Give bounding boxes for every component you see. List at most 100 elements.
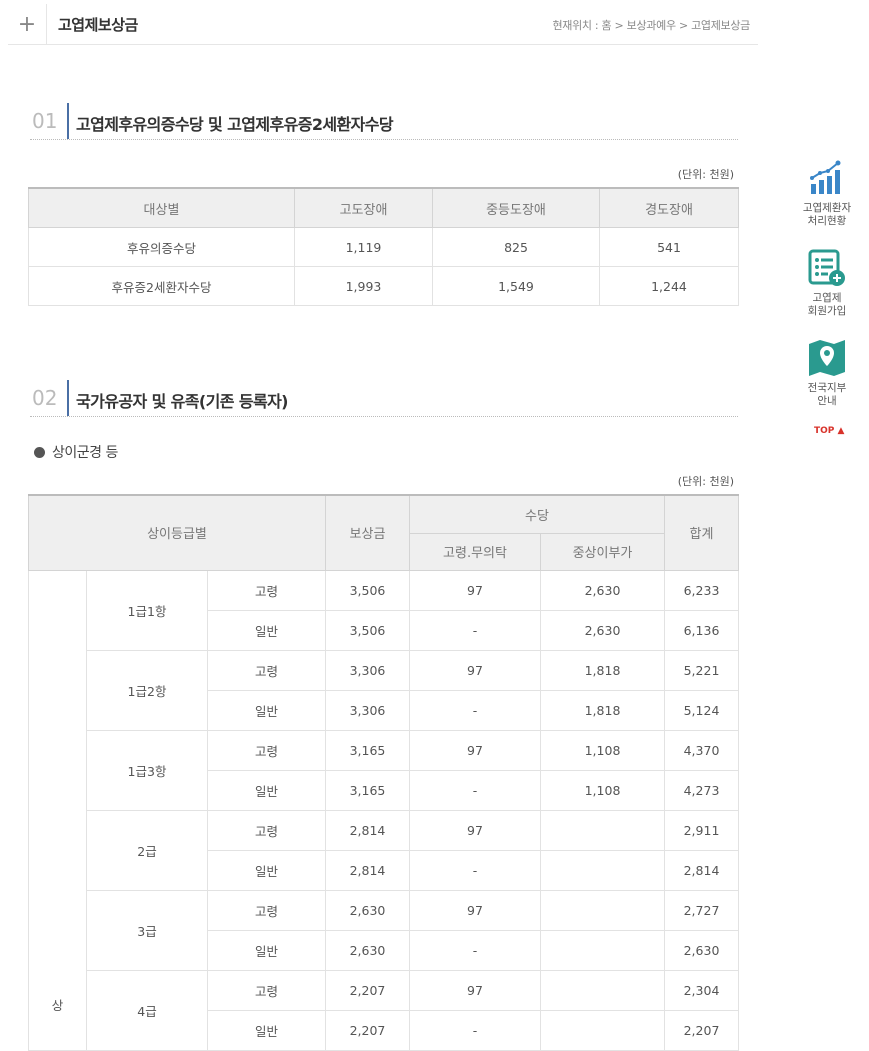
grade-cell: 2급 [86, 809, 208, 891]
plus-icon: + [17, 11, 37, 37]
table-cell: 고령 [207, 729, 326, 771]
table-cell: 일반 [207, 609, 326, 651]
table-cell: 3,165 [325, 769, 410, 811]
table-cell: 일반 [207, 929, 326, 971]
table-cell: - [409, 1009, 541, 1051]
quick-menu-branches[interactable]: 전국지부 안내 [796, 338, 858, 408]
bar-chart-icon [810, 160, 841, 194]
table-cell: 97 [409, 809, 541, 851]
table-cell: 1,818 [539, 689, 666, 731]
page-header: + 고엽제보상금 현재위치 : 홈 > 보상과예우 > 고엽제보상금 [8, 4, 758, 45]
section2-table: 상이등급별 보상금 수당 합계 고령.무의탁 중상이부가 상 1급1항 고령 3,50… [28, 494, 740, 1051]
table-cell: 일반 [207, 769, 326, 811]
table-cell: 1,244 [599, 266, 739, 306]
table-cell: 1,108 [539, 729, 666, 771]
table-cell: 2,207 [325, 969, 410, 1011]
quick-menu-status[interactable]: 고엽제환자 처리현황 [796, 158, 858, 228]
table-cell: 97 [409, 889, 541, 931]
table-row: 4급 고령 2,207 97 2,304 [29, 969, 740, 1051]
bullet-dot-icon [34, 446, 45, 458]
section2-number: 02 [32, 386, 58, 410]
table-cell: 97 [409, 969, 541, 1011]
section2-divider [67, 380, 69, 416]
table-cell: 2,207 [664, 1009, 740, 1051]
quick-menu-signup[interactable]: 고엽제 회원가입 [796, 248, 858, 318]
table-cell: 2,630 [664, 929, 740, 971]
section2-title: 국가유공자 및 유족(기존 등록자) [76, 392, 289, 411]
table-cell: - [409, 849, 541, 891]
table-cell: 2,304 [664, 969, 740, 1011]
table-cell: 97 [409, 649, 541, 691]
table-cell: 일반 [207, 849, 326, 891]
page-title: 고엽제보상금 [58, 16, 138, 34]
table-cell: 고령 [207, 809, 326, 851]
table-cell: 2,911 [664, 809, 740, 851]
section2-unit: (단위: 천원) [677, 475, 734, 488]
table-cell [539, 1009, 666, 1051]
table-cell: 1,993 [294, 266, 433, 306]
table-cell: 97 [409, 569, 541, 611]
section1-number: 01 [32, 109, 58, 133]
table-cell: 2,207 [325, 1009, 410, 1051]
breadcrumb: 현재위치 : 홈 > 보상과예우 > 고엽제보상금 [552, 19, 750, 32]
table-row: 2급 고령 2,814 97 2,911 [29, 809, 740, 891]
table-cell: 2,630 [539, 609, 666, 651]
grade-cell: 4급 [86, 969, 208, 1051]
table-cell: 6,233 [664, 569, 740, 611]
table-cell: 후유의증수당 [28, 227, 295, 267]
col-header-compensation: 보상금 [325, 494, 410, 571]
table-cell: 2,630 [325, 929, 410, 971]
table-cell: 고령 [207, 569, 326, 611]
expand-plus-button[interactable]: + [8, 4, 47, 44]
col-header-target: 대상별 [28, 187, 295, 228]
subsection-title: 상이군경 등 [52, 445, 118, 461]
table-cell: - [409, 769, 541, 811]
col-header-allowance: 수당 [408, 494, 666, 534]
section1-title: 고엽제후유의증수당 및 고엽제후유증2세환자수당 [76, 115, 394, 134]
table-cell: 2,814 [325, 849, 410, 891]
table-cell: 일반 [207, 1009, 326, 1051]
table-cell: 5,221 [664, 649, 740, 691]
quick-menu-label: 전국지부 [807, 382, 847, 394]
table-header-row: 상이등급별 보상금 수당 합계 [28, 494, 740, 571]
quick-menu-label: 고엽제 [812, 292, 842, 304]
table-cell: 97 [409, 729, 541, 771]
table-cell [539, 889, 666, 931]
table-cell [539, 849, 666, 891]
table-cell: 541 [599, 227, 739, 267]
col-header-grade: 상이등급별 [28, 494, 326, 571]
table-cell: 1,108 [539, 769, 666, 811]
table-row: 후유의증수당 1,119 825 541 [28, 227, 739, 267]
table-cell: 고령 [207, 889, 326, 931]
scroll-top-link[interactable]: TOP ▲ [814, 426, 844, 436]
col-header-severe-extra: 중상이부가 [539, 532, 666, 571]
col-header-mild: 경도장애 [599, 187, 739, 228]
table-header-row: 대상별 고도장애 중등도장애 경도장애 [28, 187, 739, 228]
table-cell: 2,814 [664, 849, 740, 891]
col-header-severe: 고도장애 [294, 187, 433, 228]
quick-menu-label: 회원가입 [807, 305, 847, 317]
table-cell [539, 929, 666, 971]
table-cell: 5,124 [664, 689, 740, 731]
table-cell: 1,818 [539, 649, 666, 691]
table-cell: 고령 [207, 649, 326, 691]
col-header-elderly-alone: 고령.무의탁 [409, 532, 541, 571]
grade-cell: 1급1항 [86, 569, 208, 651]
section2-heading: 02 국가유공자 및 유족(기존 등록자) [30, 380, 738, 417]
table-cell [539, 969, 666, 1011]
table-cell: 6,136 [664, 609, 740, 651]
table-cell: 2,814 [325, 809, 410, 851]
table-cell: 고령 [207, 969, 326, 1011]
table-cell: 3,506 [325, 569, 410, 611]
col-header-moderate: 중등도장애 [432, 187, 600, 228]
table-cell: - [409, 689, 541, 731]
quick-menu-label: 안내 [817, 395, 837, 407]
table-cell: 일반 [207, 689, 326, 731]
table-row: 상 1급1항 고령 3,506 97 2,630 6,233 [28, 569, 740, 1051]
table-cell [539, 809, 666, 851]
section1-unit: (단위: 천원) [677, 168, 734, 181]
col-header-total: 합계 [664, 494, 740, 571]
map-pin-icon [809, 340, 845, 376]
table-row: 3급 고령 2,630 97 2,727 [29, 889, 740, 971]
grade-cell: 1급3항 [86, 729, 208, 811]
